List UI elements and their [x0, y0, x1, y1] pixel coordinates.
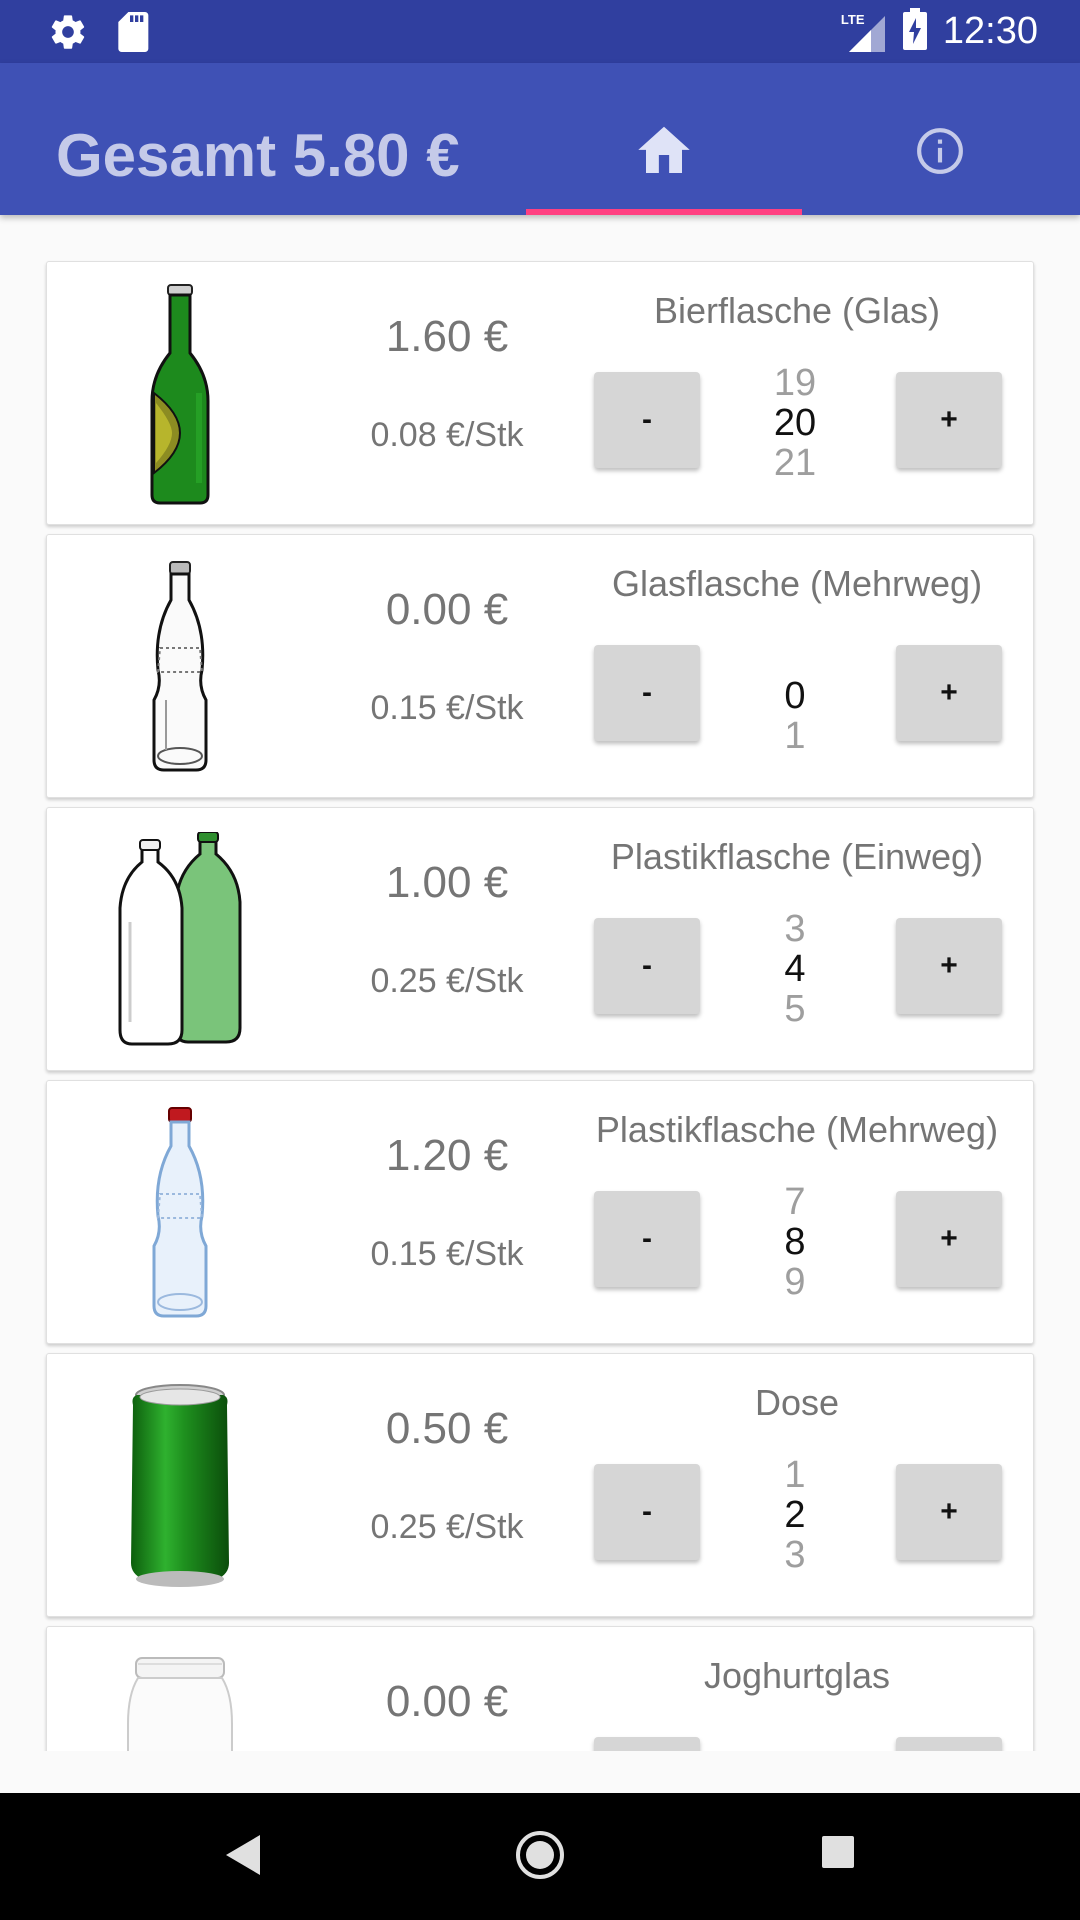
recents-icon[interactable]	[822, 1836, 854, 1873]
count-picker[interactable]: 1 2 3	[747, 1454, 843, 1576]
count-picker[interactable]: 0 1	[747, 635, 843, 757]
item-name: Plastikflasche (Mehrweg)	[595, 1109, 999, 1150]
clock: 12:30	[942, 10, 1038, 52]
list-item: 1.20 € 0.15 €/Stk Plastikflasche (Mehrwe…	[46, 1080, 1034, 1344]
count-picker[interactable]: 7 8 9	[747, 1181, 843, 1303]
increment-button[interactable]: +	[896, 918, 1002, 1014]
picker-prev-value: 1	[784, 1454, 806, 1496]
glass-bottle-icon	[95, 553, 265, 781]
count-picker[interactable]: 3 4 5	[747, 908, 843, 1030]
item-unit-price: 0.25 €/Stk	[370, 1508, 524, 1546]
picker-current-value: 8	[784, 1221, 806, 1263]
increment-button[interactable]: +	[896, 372, 1002, 468]
signal-icon: LTE	[841, 12, 887, 52]
beer-bottle-icon	[95, 280, 265, 508]
decrement-button[interactable]	[594, 1737, 700, 1751]
status-bar: LTE 12:30	[0, 0, 1080, 63]
tab-info[interactable]	[802, 63, 1080, 215]
item-name: Plastikflasche (Einweg)	[610, 836, 984, 877]
tab-home[interactable]	[526, 63, 802, 215]
home-icon	[638, 126, 690, 173]
navigation-bar	[0, 1793, 1080, 1920]
decrement-button[interactable]: -	[594, 918, 700, 1014]
item-total: 0.00 €	[385, 585, 509, 634]
plastic-bottles-icon	[95, 826, 265, 1054]
picker-next-value: 5	[784, 988, 806, 1030]
item-unit-price: 0.08 €/Stk	[370, 416, 524, 454]
item-unit-price: 0.25 €/Stk	[370, 962, 524, 1000]
home-circle-icon[interactable]	[514, 1829, 566, 1886]
item-name: Dose	[754, 1382, 840, 1423]
total-title: Gesamt 5.80 €	[56, 122, 460, 189]
item-total: 0.00 €	[385, 1677, 509, 1726]
picker-current-value: 0	[784, 675, 806, 717]
list-item: 0.00 € Joghurtglas	[46, 1626, 1034, 1751]
increment-button[interactable]: +	[896, 1464, 1002, 1560]
app-bar: Gesamt 5.80 €	[0, 63, 1080, 215]
picker-next-value: 9	[784, 1261, 806, 1303]
can-icon	[95, 1372, 265, 1600]
item-name: Glasflasche (Mehrweg)	[611, 563, 983, 604]
increment-button[interactable]	[896, 1737, 1002, 1751]
picker-prev-value: 3	[784, 908, 806, 950]
picker-next-value: 21	[773, 442, 817, 484]
item-unit-price: 0.15 €/Stk	[370, 689, 524, 727]
item-unit-price: 0.15 €/Stk	[370, 1235, 524, 1273]
increment-button[interactable]: +	[896, 645, 1002, 741]
decrement-button[interactable]: -	[594, 1464, 700, 1560]
count-picker[interactable]: 19 20 21	[747, 362, 843, 484]
picker-next-value: 3	[784, 1534, 806, 1576]
picker-prev-value: 7	[784, 1181, 806, 1223]
plastic-bottle-reusable-icon	[95, 1099, 265, 1327]
yogurt-jar-icon	[95, 1645, 265, 1751]
back-icon[interactable]	[222, 1833, 262, 1882]
settings-icon	[48, 12, 88, 57]
item-list[interactable]: 1.60 € 0.08 €/Stk Bierflasche (Glas) - 1…	[0, 215, 1080, 1751]
increment-button[interactable]: +	[896, 1191, 1002, 1287]
item-total: 1.60 €	[385, 312, 509, 361]
list-item: 0.50 € 0.25 €/Stk Dose - 1 2 3 +	[46, 1353, 1034, 1617]
item-name: Joghurtglas	[703, 1655, 891, 1696]
item-total: 1.20 €	[385, 1131, 509, 1180]
decrement-button[interactable]: -	[594, 1191, 700, 1287]
item-name: Bierflasche (Glas)	[653, 290, 941, 331]
picker-prev-value: 19	[773, 362, 817, 404]
picker-current-value: 2	[784, 1494, 806, 1536]
battery-charging-icon	[902, 8, 927, 55]
sd-card-icon	[118, 12, 152, 57]
picker-current-value: 20	[773, 402, 817, 444]
list-item: 0.00 € 0.15 €/Stk Glasflasche (Mehrweg) …	[46, 534, 1034, 798]
list-item: 1.60 € 0.08 €/Stk Bierflasche (Glas) - 1…	[46, 261, 1034, 525]
picker-current-value: 4	[784, 948, 806, 990]
picker-next-value: 1	[784, 715, 806, 757]
item-total: 0.50 €	[385, 1404, 509, 1453]
item-total: 1.00 €	[385, 858, 509, 907]
list-item: 1.00 € 0.25 €/Stk Plastikflasche (Einweg…	[46, 807, 1034, 1071]
decrement-button[interactable]: -	[594, 645, 700, 741]
decrement-button[interactable]: -	[594, 372, 700, 468]
info-icon	[917, 128, 963, 174]
